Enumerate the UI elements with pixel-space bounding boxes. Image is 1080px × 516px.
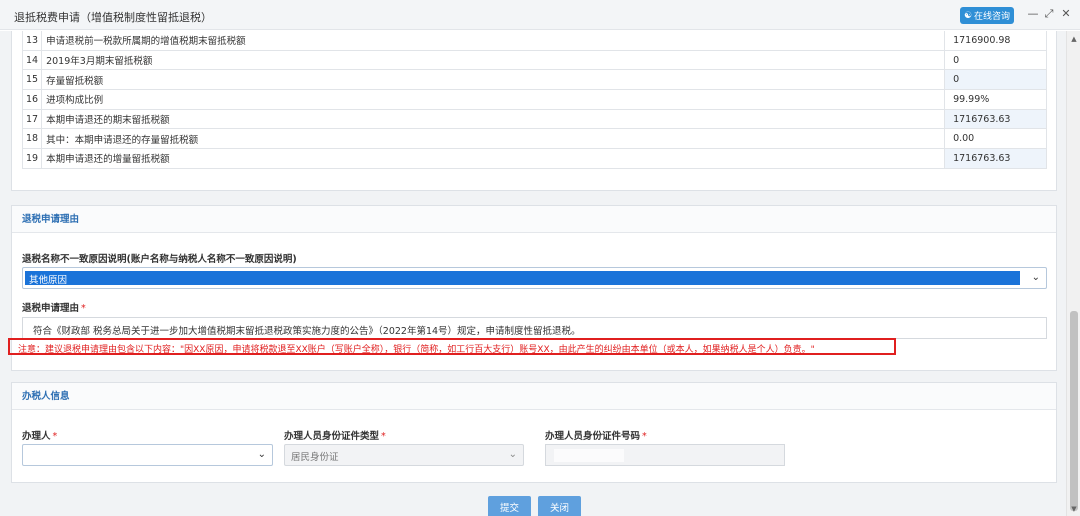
row-value: 1716763.63 — [944, 108, 1047, 130]
window-titlebar: 退抵税费申请（增值税制度性留抵退税） ☯ 在线咨询 — ⤢ ✕ — [0, 0, 1080, 30]
chevron-down-icon: ⌄ — [1031, 272, 1040, 283]
minimize-icon[interactable]: — — [1027, 8, 1039, 20]
table-row: 15 存量留抵税额 0 — [21, 69, 1047, 91]
table-row: 14 2019年3月期末留抵税额 0 — [21, 49, 1047, 71]
row-number: 16 — [21, 89, 43, 110]
chevron-down-icon: ⌄ — [508, 449, 517, 460]
id-type-select[interactable]: 居民身份证 ⌄ — [284, 444, 524, 466]
scroll-down-icon[interactable]: ▼ — [1070, 505, 1078, 513]
mismatch-reason-select[interactable]: 其他原因 ⌄ — [22, 267, 1047, 289]
chevron-down-icon: ⌄ — [257, 449, 266, 460]
row-label: 存量留抵税额 — [41, 69, 946, 91]
handler-person-select[interactable]: ⌄ — [22, 444, 273, 466]
mismatch-reason-label: 退税名称不一致原因说明(账户名称与纳税人名称不一致原因说明) — [22, 254, 297, 265]
id-number-label: 办理人员身份证件号码 * — [545, 431, 647, 442]
headset-icon: ☯ — [963, 10, 973, 21]
online-consult-label: 在线咨询 — [974, 12, 1011, 22]
row-number: 15 — [21, 69, 43, 91]
section-title-reason: 退税申请理由 — [12, 206, 1056, 233]
row-value: 1716763.63 — [944, 148, 1047, 169]
refund-reason-text: 符合《财政部 税务总局关于进一步加大增值税期末留抵退税政策实施力度的公告》（20… — [33, 326, 581, 337]
scroll-thumb[interactable] — [1070, 311, 1078, 511]
row-number: 14 — [21, 49, 43, 71]
maximize-icon[interactable]: ⤢ — [1043, 8, 1055, 20]
handler-person-label: 办理人 * — [22, 431, 58, 442]
refund-reason-label: 退税申请理由 * — [22, 303, 86, 314]
row-number: 18 — [21, 128, 43, 150]
online-consult-button[interactable]: ☯ 在线咨询 — [960, 7, 1014, 24]
required-mark: * — [81, 303, 86, 314]
refund-amount-panel: 13 申请退税前一税款所属期的增值税期末留抵税额 1716900.98 14 2019年… — [11, 31, 1057, 191]
table-row: 16 进项构成比例 99.99% — [21, 89, 1047, 110]
reason-notice-text: 注意：建议退税申请理由包含以下内容："因XX原因，申请将税款退至XX账户（写账户… — [18, 345, 815, 355]
masked-id-value — [554, 449, 624, 462]
row-value: 1716900.98 — [944, 31, 1047, 51]
table-row: 13 申请退税前一税款所属期的增值税期末留抵税额 1716900.98 — [21, 31, 1047, 51]
id-number-input[interactable] — [545, 444, 785, 466]
row-label: 本期申请退还的增量留抵税额 — [41, 148, 946, 169]
section-title-handler: 办税人信息 — [12, 383, 1056, 410]
form-content: 13 申请退税前一税款所属期的增值税期末留抵税额 1716900.98 14 2019年… — [0, 31, 1066, 516]
handler-info-panel: 办税人信息 办理人 * ⌄ 办理人员身份证件类型 * 居民身份证 ⌄ 办理人员身份证… — [11, 382, 1057, 483]
scroll-up-icon[interactable]: ▲ — [1070, 35, 1078, 43]
table-row: 18 其中：本期申请退还的存量留抵税额 0.00 — [21, 128, 1047, 150]
refund-reason-input[interactable]: 符合《财政部 税务总局关于进一步加大增值税期末留抵退税政策实施力度的公告》（20… — [22, 317, 1047, 339]
row-label: 其中：本期申请退还的存量留抵税额 — [41, 128, 946, 150]
submit-button[interactable]: 提交 — [488, 496, 531, 516]
row-label: 本期申请退还的期末留抵税额 — [41, 108, 946, 130]
row-label: 申请退税前一税款所属期的增值税期末留抵税额 — [41, 31, 946, 51]
vertical-scrollbar[interactable]: ▲ ▼ — [1066, 31, 1080, 516]
row-label: 2019年3月期末留抵税额 — [41, 49, 946, 71]
selected-option-highlight: 其他原因 — [25, 271, 1020, 286]
row-value: 0.00 — [944, 128, 1047, 150]
window-title: 退抵税费申请（增值税制度性留抵退税） — [14, 11, 212, 24]
row-value: 0 — [944, 49, 1047, 71]
table-row: 19 本期申请退还的增量留抵税额 1716763.63 — [21, 148, 1047, 169]
reason-notice-box: 注意：建议退税申请理由包含以下内容："因XX原因，申请将税款退至XX账户（写账户… — [8, 338, 896, 355]
close-button[interactable]: 关闭 — [538, 496, 581, 516]
row-value: 0 — [944, 69, 1047, 91]
row-number: 19 — [21, 148, 43, 169]
row-value: 99.99% — [944, 89, 1047, 110]
row-label: 进项构成比例 — [41, 89, 946, 110]
selected-option-text: 其他原因 — [29, 275, 68, 286]
row-number: 17 — [21, 108, 43, 130]
id-type-value: 居民身份证 — [291, 452, 339, 463]
close-icon[interactable]: ✕ — [1060, 8, 1072, 20]
table-row: 17 本期申请退还的期末留抵税额 1716763.63 — [21, 108, 1047, 130]
row-number: 13 — [21, 31, 43, 51]
refund-amount-table: 13 申请退税前一税款所属期的增值税期末留抵税额 1716900.98 14 2019年… — [21, 31, 1047, 169]
id-type-label: 办理人员身份证件类型 * — [284, 431, 386, 442]
